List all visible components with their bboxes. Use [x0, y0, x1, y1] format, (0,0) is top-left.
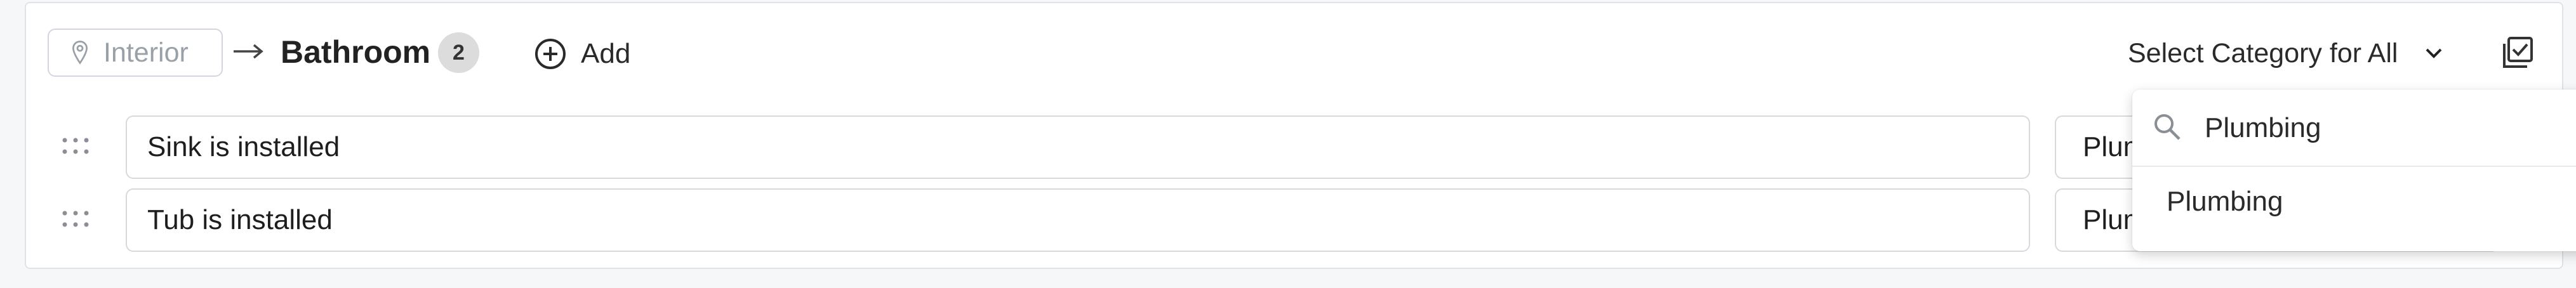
select-all-checkbox-icon[interactable] — [2499, 35, 2535, 70]
checklist-panel: Interior Bathroom 2 Add Select Category … — [25, 2, 2576, 269]
room-title: Bathroom — [281, 34, 431, 70]
dropdown-option-plumbing[interactable]: Plumbing — [2132, 167, 2576, 237]
item-name-input[interactable] — [126, 115, 2030, 179]
location-label: Interior — [103, 37, 189, 68]
add-item-label: Add — [581, 38, 631, 69]
location-chip[interactable]: Interior — [48, 29, 223, 77]
item-count-badge: 2 — [438, 32, 479, 73]
select-category-label: Select Category for All — [2128, 37, 2398, 69]
drag-handle-icon[interactable] — [62, 137, 90, 155]
dropdown-search-input[interactable] — [2203, 102, 2561, 154]
dropdown-option-label: Plumbing — [2167, 186, 2283, 217]
search-icon — [2154, 114, 2181, 140]
category-dropdown: Plumbing — [2132, 89, 2576, 251]
map-pin-icon — [72, 41, 88, 65]
drag-handle-icon[interactable] — [62, 210, 90, 228]
item-name-input[interactable] — [126, 188, 2030, 252]
plus-circle-icon — [535, 39, 566, 69]
arrow-right-icon — [234, 44, 263, 59]
chevron-down-icon — [2426, 48, 2442, 58]
add-item-button[interactable]: Add — [534, 35, 630, 73]
select-category-for-all[interactable]: Select Category for All — [2128, 31, 2443, 75]
dropdown-search — [2132, 89, 2576, 167]
